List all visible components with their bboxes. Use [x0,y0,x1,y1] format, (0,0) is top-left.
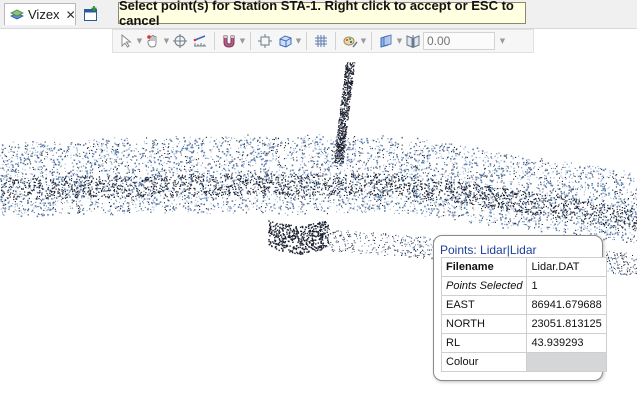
point-info-popup: Points: Lidar|Lidar Filename Lidar.DAT P… [433,235,607,381]
property-value: 86941.679688 [526,295,607,315]
table-row: Filename Lidar.DAT [440,257,607,277]
property-key: RL [440,333,528,353]
property-value: 43.939293 [526,333,607,353]
select-arrow-icon[interactable] [116,31,136,51]
chevron-down-icon[interactable]: ▼ [295,37,302,45]
property-key: NORTH [440,314,528,334]
property-value: 23051.813125 [526,314,607,334]
property-value: Lidar.DAT [526,257,607,277]
table-row: EAST 86941.679688 [440,295,607,315]
crosshair-icon[interactable] [170,31,190,51]
property-key: Colour [440,352,528,372]
section-view-icon[interactable] [403,31,423,51]
chevron-down-icon[interactable]: ▼ [163,37,170,45]
section-width-input[interactable] [423,32,495,50]
table-row: Colour [440,352,607,372]
close-icon[interactable]: ✕ [66,8,76,22]
chevron-down-icon[interactable]: ▼ [499,37,506,45]
layers-brush-icon[interactable] [340,31,360,51]
table-row: RL 43.939293 [440,333,607,353]
property-key: Points Selected [440,276,528,296]
new-window-icon[interactable] [82,5,100,23]
chevron-down-icon[interactable]: ▼ [239,37,246,45]
chevron-down-icon[interactable]: ▼ [136,37,143,45]
planes-icon[interactable] [376,31,396,51]
tab-label: Vizex [28,7,60,22]
grid-icon[interactable] [311,31,331,51]
property-key: Filename [440,257,528,277]
property-value: 1 [526,276,607,296]
pan-hand-icon[interactable] [143,31,163,51]
table-row: NORTH 23051.813125 [440,314,607,334]
viewport-toolbar: ▼ ▼ ▼ ▼ ▼ ▼ ▼ [112,29,534,53]
popup-title: Points: Lidar|Lidar [440,243,537,257]
cube-icon[interactable] [275,31,295,51]
command-prompt: Select point(s) for Station STA-1. Right… [118,0,526,28]
magnet-icon[interactable] [219,31,239,51]
tab-vizex[interactable]: Vizex ✕ [4,3,76,25]
properties-table: Filename Lidar.DAT Points Selected 1 EAS… [440,257,607,372]
tab-strip: Vizex ✕ Select point(s) for Station STA-… [0,0,637,29]
frame-box-icon[interactable] [255,31,275,51]
table-row: Points Selected 1 [440,276,607,296]
property-key: EAST [440,295,528,315]
chevron-down-icon[interactable]: ▼ [396,37,403,45]
chevron-down-icon[interactable]: ▼ [360,37,367,45]
measure-icon[interactable] [190,31,210,51]
layers-icon [9,7,25,23]
colour-swatch [526,352,607,372]
